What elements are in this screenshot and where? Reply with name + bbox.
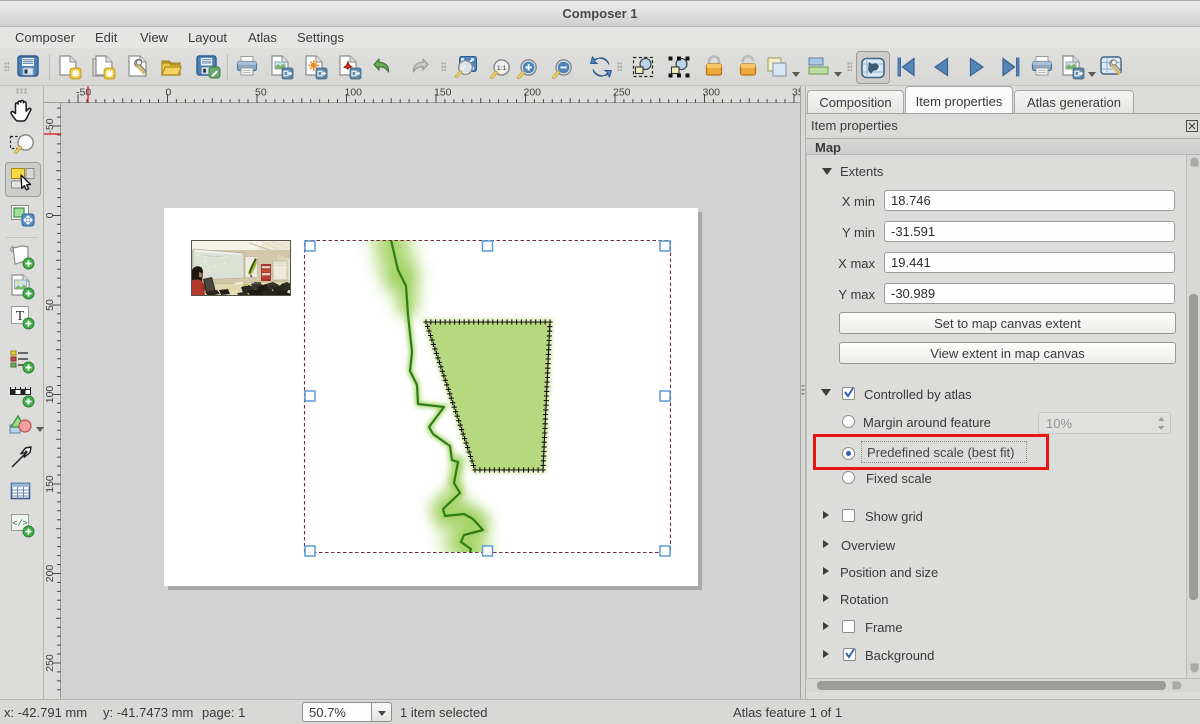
svg-text:50: 50 <box>255 87 267 99</box>
svg-text:0: 0 <box>166 87 172 99</box>
svg-text:250: 250 <box>44 654 56 672</box>
svg-text:0: 0 <box>44 212 56 218</box>
svg-text:-50: -50 <box>76 87 91 99</box>
svg-text:300: 300 <box>703 87 721 99</box>
svg-text:250: 250 <box>613 87 631 99</box>
svg-text:100: 100 <box>345 87 363 99</box>
svg-text:-50: -50 <box>44 118 56 133</box>
svg-text:150: 150 <box>434 87 452 99</box>
svg-text:150: 150 <box>44 475 56 493</box>
svg-text:200: 200 <box>44 565 56 583</box>
svg-text:1:1: 1:1 <box>497 65 507 72</box>
svg-text:200: 200 <box>524 87 542 99</box>
svg-text:50: 50 <box>44 299 56 311</box>
svg-text:100: 100 <box>44 386 56 404</box>
